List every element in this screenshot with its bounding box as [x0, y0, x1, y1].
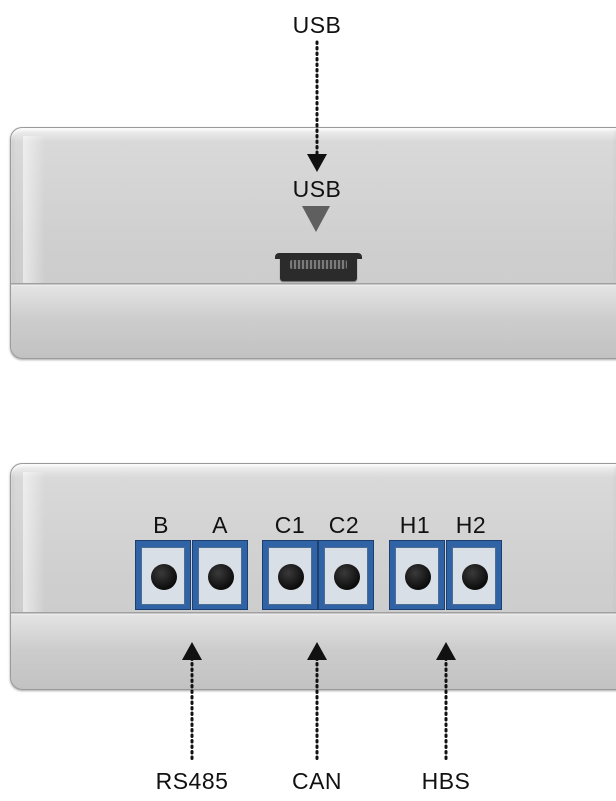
connector-arrows [182, 40, 456, 762]
group-label-hbs: HBS [421, 768, 471, 794]
arrow-up-icon [436, 642, 456, 660]
group-label-can: CAN [291, 768, 343, 794]
arrow-down-icon [307, 154, 327, 172]
group-label-rs485: RS485 [155, 768, 229, 794]
arrow-up-icon [182, 642, 202, 660]
arrow-up-icon [307, 642, 327, 660]
